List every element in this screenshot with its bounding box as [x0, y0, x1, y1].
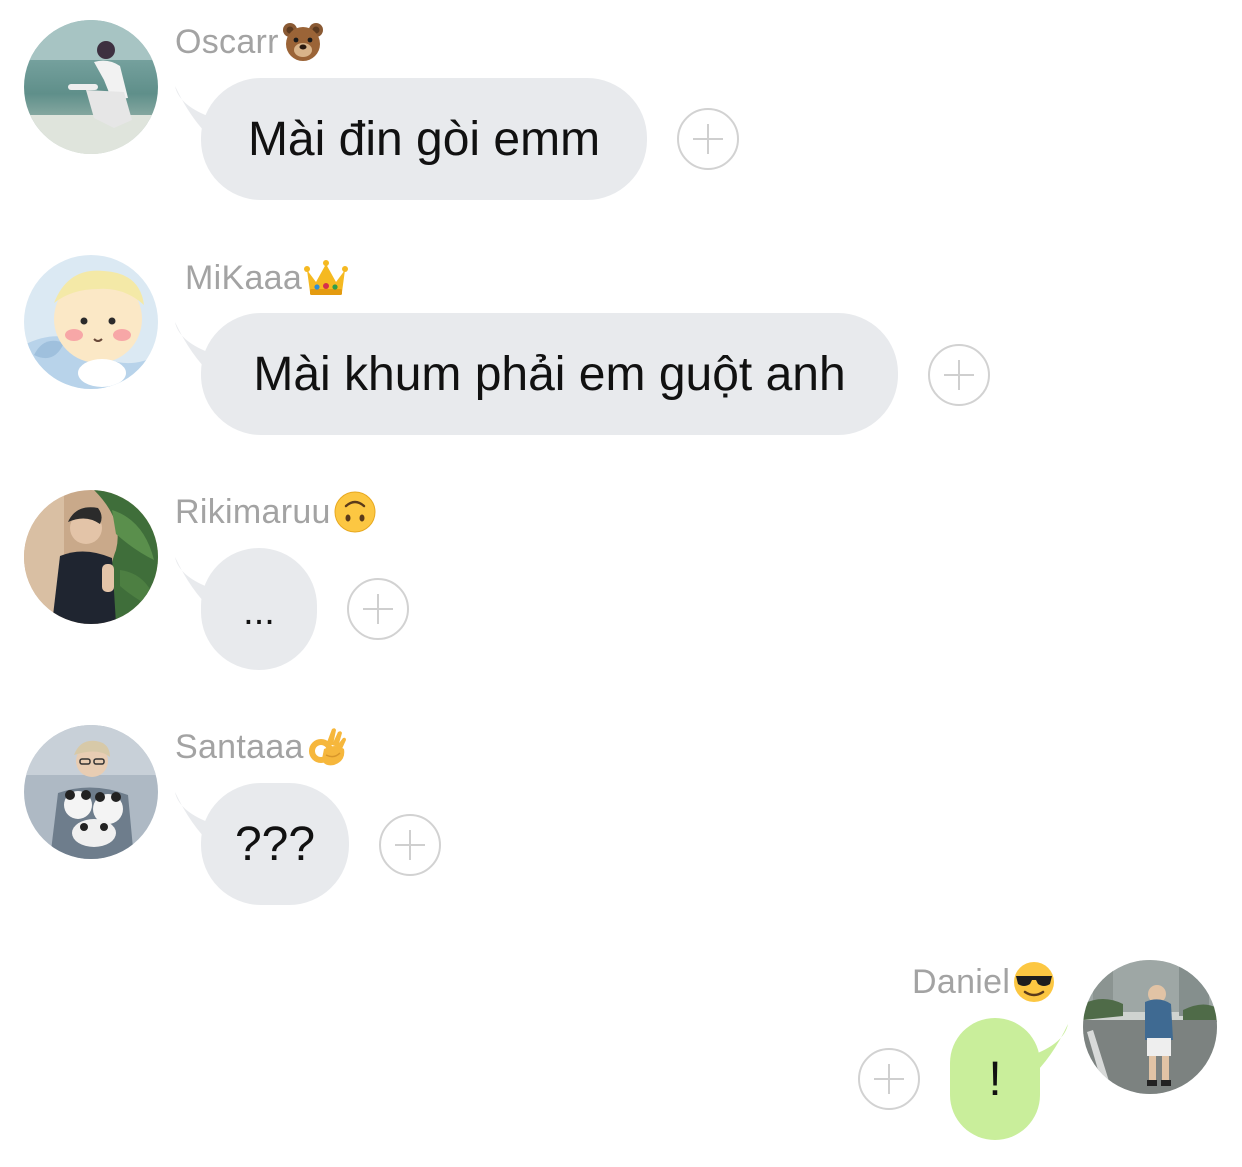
chat-thread: Oscarr Mài đin gòi emm MiKaaa Mài khum p… — [0, 0, 1242, 1167]
message-text: ! — [988, 1052, 1002, 1106]
message-bubble[interactable]: ! — [950, 1018, 1040, 1140]
avatar-photo-daniel — [1083, 960, 1217, 1094]
add-reaction-icon[interactable] — [858, 1048, 920, 1110]
sender-name: Daniel — [912, 960, 1056, 1004]
sunglasses-face-emoji-icon — [1012, 960, 1056, 1004]
avatar[interactable] — [1083, 960, 1217, 1094]
message-row: Daniel ! — [0, 0, 1242, 1167]
sender-name-text: Daniel — [912, 962, 1011, 1001]
